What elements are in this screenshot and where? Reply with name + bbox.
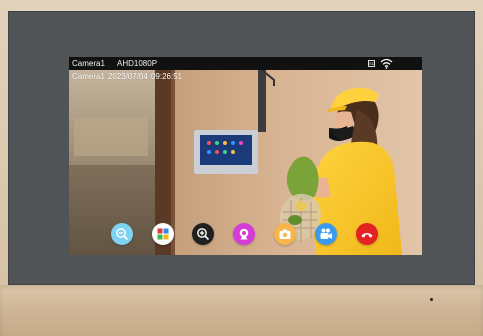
zoom-in-icon (197, 228, 210, 241)
status-bar: Camera1 AHD1080P SD (69, 57, 422, 70)
record-button[interactable] (315, 223, 337, 245)
osd-overlay: Camera1 2023/07/04 09:26:51 (72, 72, 185, 82)
intercom-device: Camera1 AHD1080P SD Camera1 2023/07/04 09:… (0, 0, 483, 336)
osd-date: 2023/07/04 (107, 72, 148, 81)
device-bottom-panel (0, 285, 483, 336)
apps-grid-icon (157, 228, 169, 240)
wifi-icon (380, 58, 393, 69)
webcam-icon (239, 228, 249, 240)
monitor-button[interactable] (233, 223, 255, 245)
sd-card-icon: SD (368, 60, 375, 67)
zoom-out-button[interactable] (111, 223, 133, 245)
resolution-label: AHD1080P (117, 59, 158, 68)
hangup-button[interactable] (356, 223, 378, 245)
camera-label: Camera1 (72, 59, 105, 68)
snapshot-button[interactable] (274, 223, 296, 245)
zoom-in-button[interactable] (192, 223, 214, 245)
phone-hangup-icon (361, 233, 373, 238)
osd-time: 09:26:51 (150, 72, 183, 81)
video-screen[interactable]: Camera1 AHD1080P SD Camera1 2023/07/04 09:… (69, 57, 422, 255)
microphone-hole (430, 298, 433, 301)
video-camera-icon (320, 228, 332, 239)
osd-camera: Camera1 (72, 72, 105, 81)
camera-icon (279, 229, 291, 239)
apps-button[interactable] (152, 223, 174, 245)
zoom-out-icon (116, 228, 129, 241)
control-bar (109, 223, 384, 249)
